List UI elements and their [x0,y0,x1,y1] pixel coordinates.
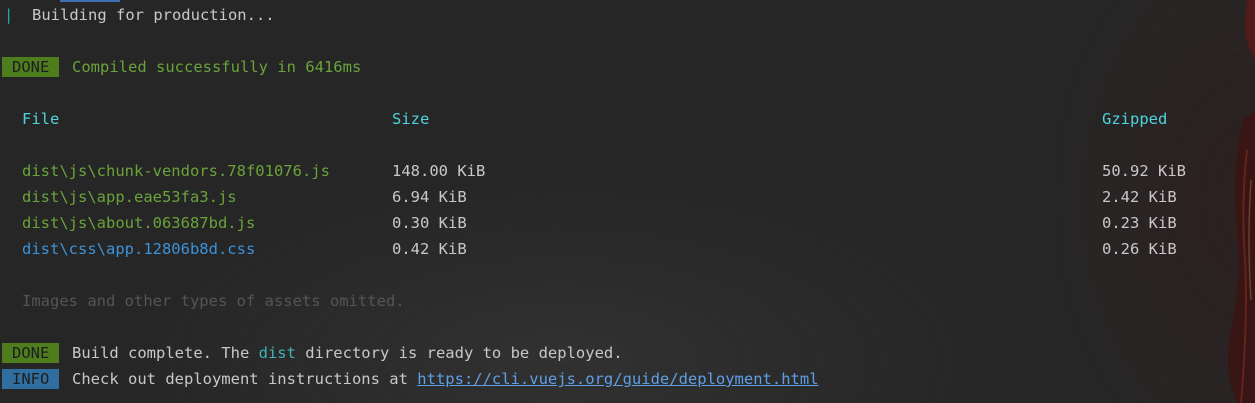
done-badge: DONE [2,343,60,363]
build-complete-line: DONE Build complete. The dist directory … [0,342,1255,364]
compile-status-line: DONE Compiled successfully in 6416ms [0,56,1255,78]
file-gzipped-size: 2.42 KiB [1102,188,1177,206]
info-message: Check out deployment instructions at htt… [72,368,819,390]
header-size: Size [392,110,430,128]
file-gzipped-size: 50.92 KiB [1102,162,1186,180]
file-name: dist\js\about.063687bd.js [22,214,256,232]
file-name: dist\js\chunk-vendors.78f01076.js [22,162,330,180]
info-text: Check out deployment instructions at [72,370,418,388]
omitted-note: Images and other types of assets omitted… [22,292,405,310]
table-row: dist\js\app.eae53fa3.js 6.94 KiB 2.42 Ki… [0,186,1255,208]
file-name: dist\js\app.eae53fa3.js [22,188,237,206]
progress-bar-glyph: | [4,6,14,24]
build-complete-message: Build complete. The dist directory is re… [72,342,623,364]
file-size: 148.00 KiB [392,162,486,180]
file-size: 0.42 KiB [392,240,467,258]
tab-indicator [60,0,120,2]
file-size: 6.94 KiB [392,188,467,206]
build-complete-text: Build complete. The [72,344,259,362]
dist-directory-name: dist [258,344,296,362]
header-gzipped: Gzipped [1102,110,1168,128]
building-status-text: Building for production... [32,6,275,24]
table-row: dist\js\about.063687bd.js 0.30 KiB 0.23 … [0,212,1255,234]
terminal-output: | Building for production... DONE Compil… [0,0,1255,403]
omitted-note-line: Images and other types of assets omitted… [0,290,1255,312]
file-gzipped-size: 0.26 KiB [1102,240,1177,258]
building-line: | Building for production... [0,4,1255,26]
file-size: 0.30 KiB [392,214,467,232]
compile-message: Compiled successfully in 6416ms [72,58,362,76]
deployment-guide-link[interactable]: https://cli.vuejs.org/guide/deployment.h… [417,370,818,388]
info-line: INFO Check out deployment instructions a… [0,368,1255,390]
info-badge: INFO [2,369,60,389]
file-gzipped-size: 0.23 KiB [1102,214,1177,232]
done-badge: DONE [2,57,60,77]
table-row: dist\css\app.12806b8d.css 0.42 KiB 0.26 … [0,238,1255,260]
build-complete-text-end: directory is ready to be deployed. [295,344,623,362]
file-name: dist\css\app.12806b8d.css [22,240,256,258]
table-row: dist\js\chunk-vendors.78f01076.js 148.00… [0,160,1255,182]
table-header-row: File Size Gzipped [0,108,1255,130]
header-file: File [22,110,60,128]
